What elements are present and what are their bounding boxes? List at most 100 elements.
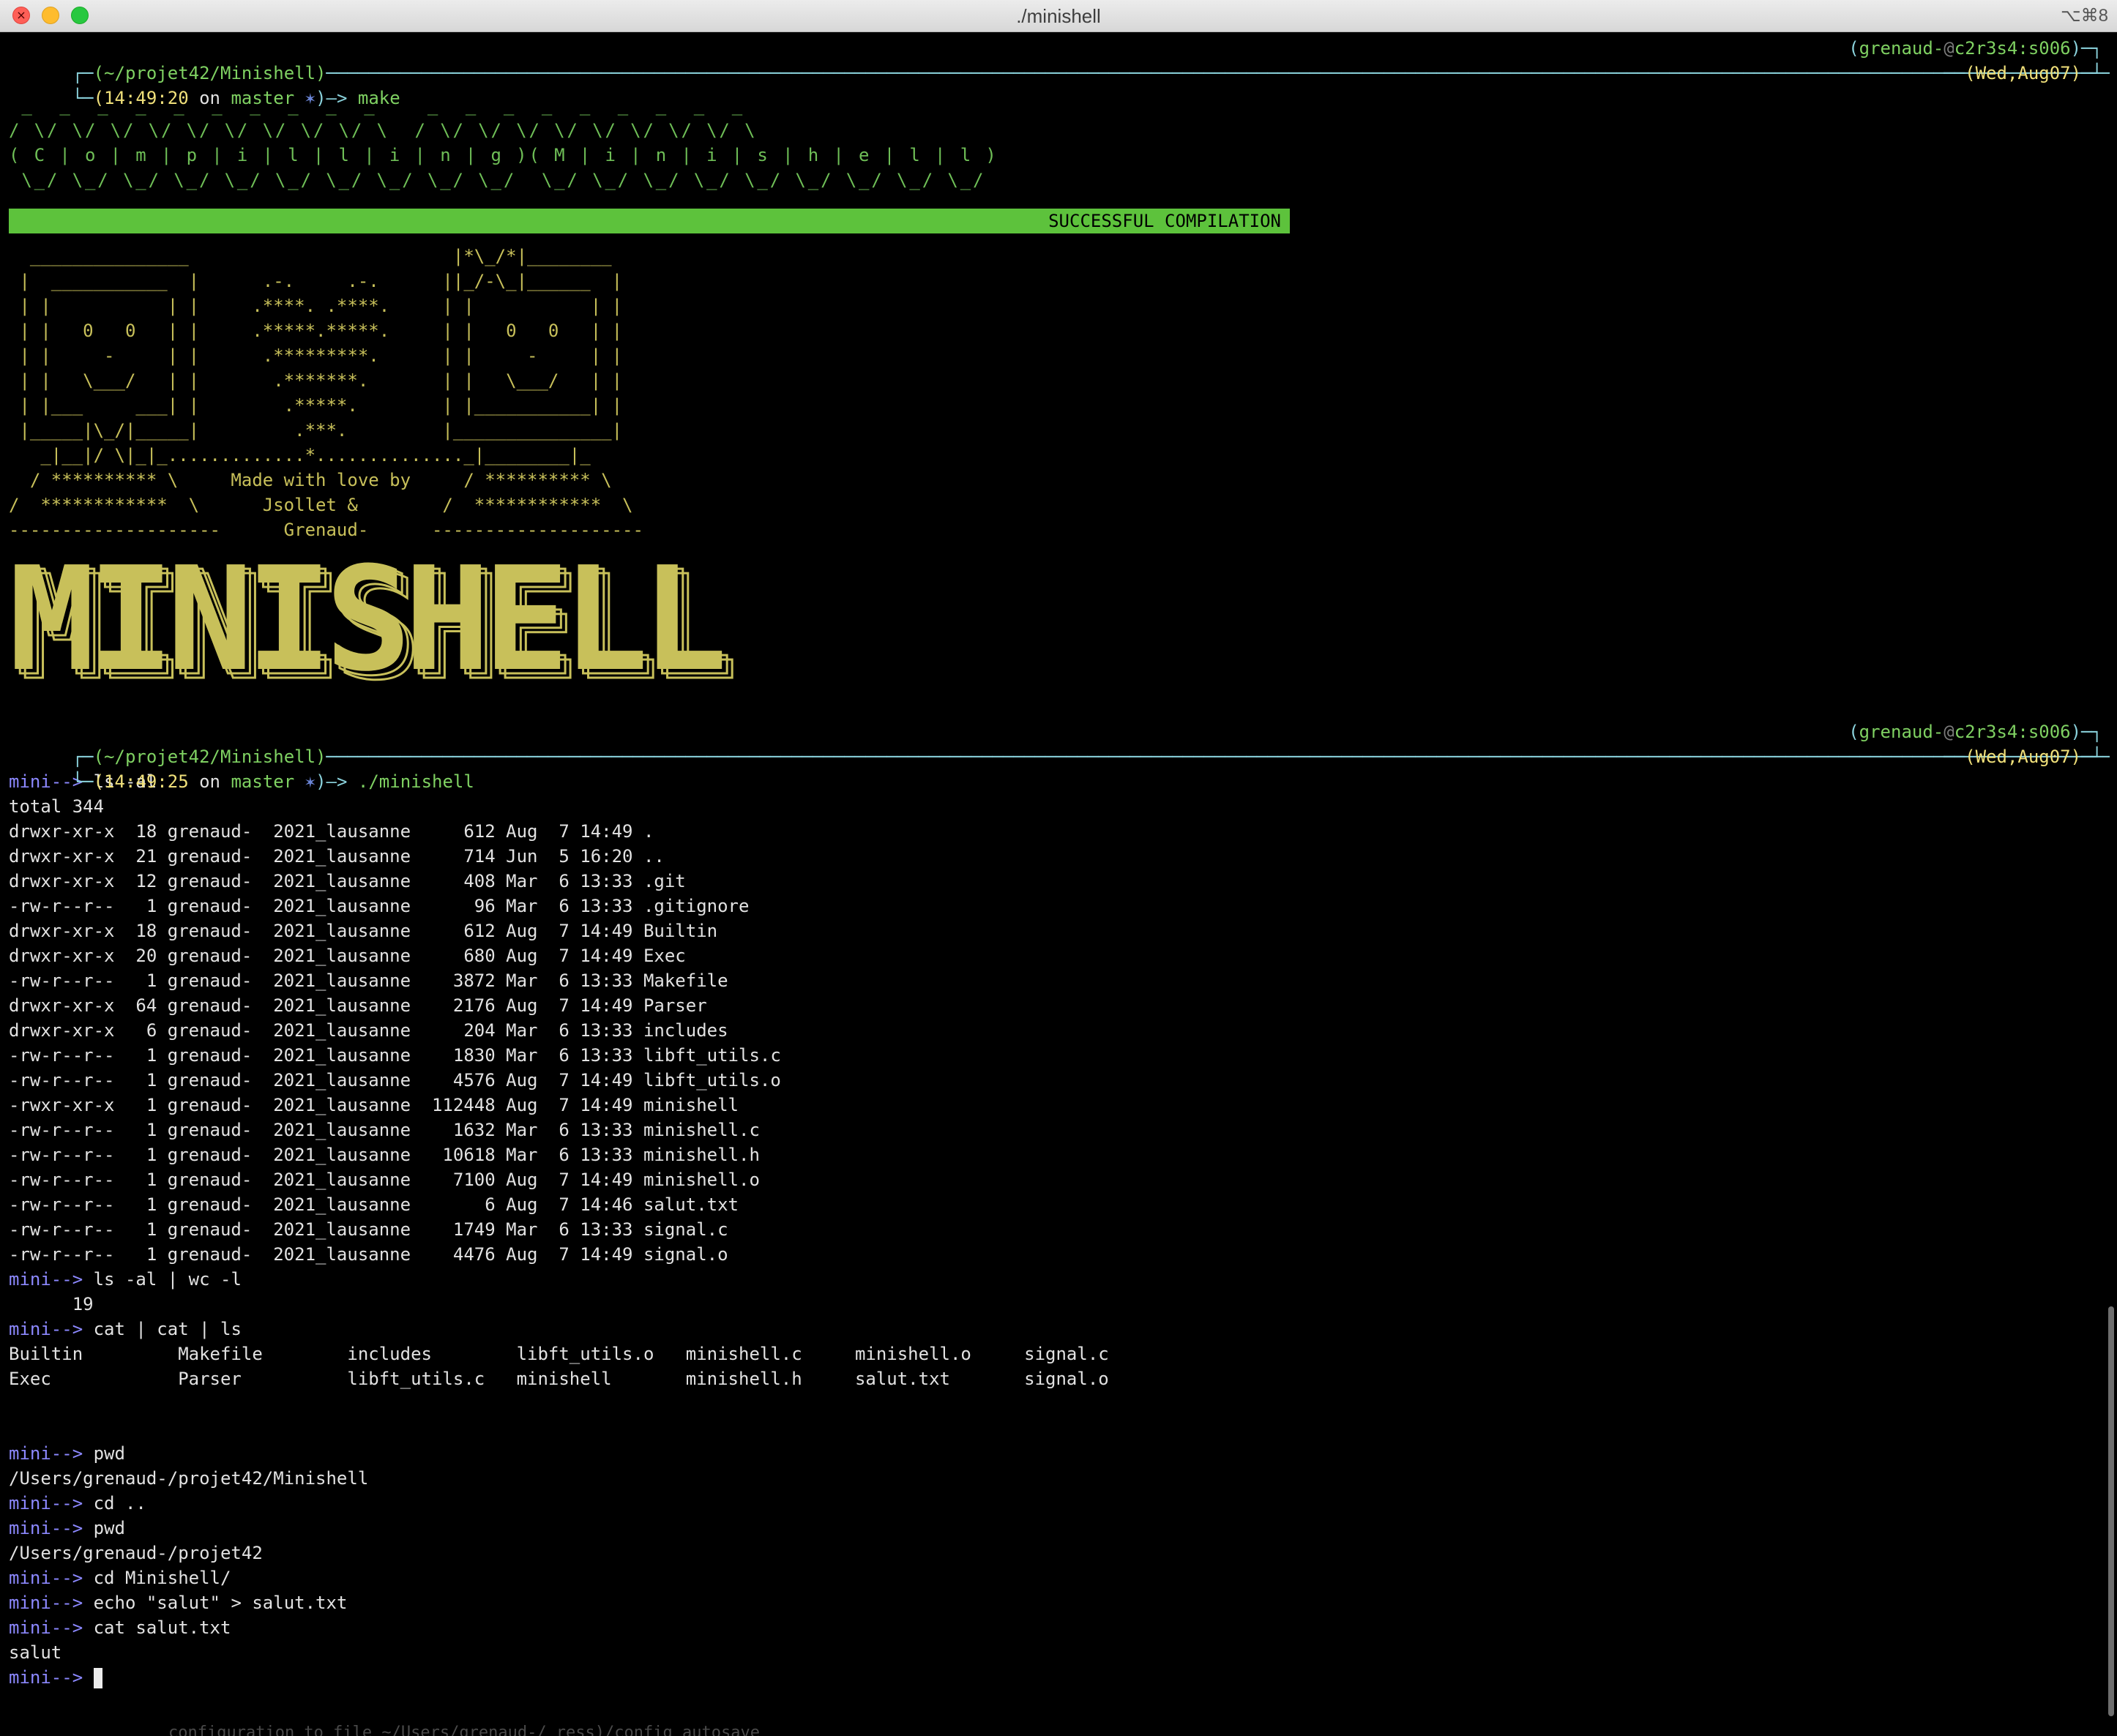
- banner-art-line: / ********** \ Made with love by / *****…: [9, 470, 612, 490]
- shell-prompt: mini-->: [9, 1568, 83, 1588]
- prompt-time: (14:49:25: [93, 771, 189, 792]
- banner-art-line: _|__|/ \|_|_.............*..............…: [9, 445, 591, 465]
- ls-row: -rw-r--r-- 1 grenaud- 2021_lausanne 1061…: [9, 1145, 760, 1165]
- ls-row: drwxr-xr-x 12 grenaud- 2021_lausanne 408…: [9, 871, 686, 891]
- prompt-host: c2r3s4:s006: [1954, 38, 2071, 59]
- shell-prompt: mini-->: [9, 1493, 83, 1514]
- prompt-host-block: (grenaud-@c2r3s4:s006)─┐: [1848, 719, 2102, 744]
- ls-row: drwxr-xr-x 20 grenaud- 2021_lausanne 680…: [9, 946, 686, 966]
- ls-row: -rw-r--r-- 1 grenaud- 2021_lausanne 4476…: [9, 1244, 728, 1265]
- prompt-date-block: ──(Wed,Aug07)─┘: [1944, 63, 2102, 83]
- ls-row: -rw-r--r-- 1 grenaud- 2021_lausanne 3872…: [9, 970, 728, 991]
- prompt-user: grenaud-: [1859, 38, 1944, 59]
- prompt-user: grenaud-: [1859, 722, 1944, 742]
- title-bar[interactable]: × ./minishell ⌥⌘8: [0, 0, 2117, 32]
- prompt-line-top: ┌─(~/projet42/Minishell)────────────────…: [9, 36, 2110, 83]
- shell-prompt: mini-->: [9, 1319, 83, 1339]
- shell-command: ls -al | wc -l: [93, 1269, 242, 1290]
- prompt-line-top: ┌─(~/projet42/Minishell)────────────────…: [9, 719, 2110, 767]
- ls-row: -rw-r--r-- 1 grenaud- 2021_lausanne 4576…: [9, 1070, 781, 1090]
- banner-art-line: | | 0 0 | | .*****.*****. | | 0 0 | |: [9, 321, 623, 341]
- prompt-date: (Wed,Aug07): [1965, 747, 2082, 767]
- prompt-command: make: [357, 88, 400, 108]
- prompt-at: @: [1944, 722, 1954, 742]
- shell-command: pwd: [93, 1518, 125, 1538]
- ls-row: -rw-r--r-- 1 grenaud- 2021_lausanne 96 M…: [9, 896, 750, 916]
- prompt-line-bottom: └─(14:49:20 on master ✶)—> make ──(Wed,A…: [9, 61, 2110, 108]
- shell-command: cd ..: [93, 1493, 146, 1514]
- shell-prompt: mini-->: [9, 1617, 83, 1638]
- prompt-date: (Wed,Aug07): [1965, 63, 2082, 83]
- pwd-output: /Users/grenaud-/projet42: [9, 1543, 263, 1563]
- ls-row: -rw-r--r-- 1 grenaud- 2021_lausanne 6 Au…: [9, 1194, 739, 1215]
- shell-command-line: mini--> cat | cat | ls: [9, 1317, 2110, 1342]
- ls-row: drwxr-xr-x 18 grenaud- 2021_lausanne 612…: [9, 921, 718, 941]
- shell-prompt: mini-->: [9, 1518, 83, 1538]
- window-shortcut: ⌥⌘8: [2060, 6, 2108, 26]
- active-prompt-line[interactable]: mini-->: [9, 1665, 2110, 1690]
- prompt-time: (14:49:20: [93, 88, 189, 108]
- scrollbar[interactable]: [2108, 1306, 2114, 1716]
- shell-command-line: mini--> cd ..: [9, 1491, 2110, 1516]
- wc-output: 19: [9, 1294, 94, 1314]
- ls-total: total 344: [9, 796, 105, 817]
- banner-art-line: | | | | .****. .****. | | | |: [9, 296, 623, 316]
- cat-output: salut: [9, 1642, 62, 1663]
- prompt-arrow: )—>: [316, 771, 348, 792]
- big-title-text: MINISHELL: [9, 536, 728, 703]
- prompt-date-block: ──(Wed,Aug07)─┘: [1944, 747, 2102, 767]
- banner-art-line: |_____|\_/|_____| .***. |_______________…: [9, 420, 623, 441]
- ls-row: -rwxr-xr-x 1 grenaud- 2021_lausanne 1124…: [9, 1095, 739, 1115]
- text-cursor[interactable]: [93, 1668, 102, 1688]
- ls-row: drwxr-xr-x 21 grenaud- 2021_lausanne 714…: [9, 846, 665, 867]
- hidden-output-fragment: configuration to file ~/Users/grenaud-/ …: [168, 1724, 760, 1736]
- banner-art-line: | |___ ___| | .*****. | |___________| |: [9, 395, 623, 416]
- compilation-status-bar: SUCCESSFUL COMPILATION: [9, 209, 1290, 233]
- ls-row: -rw-r--r-- 1 grenaud- 2021_lausanne 1632…: [9, 1120, 760, 1140]
- compile-art-line: / \/ \/ \/ \/ \/ \/ \/ \/ \/ \ / \/ \/ \…: [9, 120, 758, 141]
- terminal-window: × ./minishell ⌥⌘8 ┌─(~/projet42/Minishel…: [0, 0, 2117, 1736]
- ls-columns-row: Exec Parser libft_utils.c minishell mini…: [9, 1369, 1109, 1389]
- prompt-host-block: (grenaud-@c2r3s4:s006)─┐: [1848, 36, 2102, 61]
- shell-command: cd Minishell/: [93, 1568, 231, 1588]
- banner-art-line: _______________ |*\_/*|________: [9, 246, 612, 266]
- compile-art-line: ( C | o | m | p | i | l | l | i | n | g …: [9, 145, 998, 165]
- compile-art-line: \_/ \_/ \_/ \_/ \_/ \_/ \_/ \_/ \_/ \_/ …: [9, 170, 986, 190]
- prompt-line-bottom: └─(14:49:25 on master ✶)—> ./minishell ─…: [9, 744, 2110, 792]
- shell-command: echo "salut" > salut.txt: [93, 1593, 348, 1613]
- prompt-host: c2r3s4:s006: [1954, 722, 2071, 742]
- prompt-on: on: [199, 88, 221, 108]
- shell-prompt: mini-->: [9, 1593, 83, 1613]
- git-dirty-icon: ✶: [305, 771, 316, 792]
- shell-command: pwd: [93, 1443, 125, 1464]
- banner-art-line: | ___________ | .-. .-. ||_/-\_|______ |: [9, 271, 623, 291]
- shell-command: cat | cat | ls: [93, 1319, 242, 1339]
- shell-prompt: mini-->: [9, 1667, 83, 1688]
- ls-row: -rw-r--r-- 1 grenaud- 2021_lausanne 1830…: [9, 1045, 781, 1066]
- terminal-output[interactable]: ┌─(~/projet42/Minishell)────────────────…: [9, 36, 2110, 1736]
- shell-command-line: mini--> pwd: [9, 1516, 2110, 1541]
- banner-art-line: / ************ \ Jsollet & / ***********…: [9, 495, 633, 515]
- prompt-branch: master: [231, 771, 295, 792]
- shell-prompt: mini-->: [9, 1269, 83, 1290]
- ls-row: -rw-r--r-- 1 grenaud- 2021_lausanne 7100…: [9, 1170, 760, 1190]
- window-title: ./minishell: [1016, 5, 1101, 27]
- prompt-branch: master: [231, 88, 295, 108]
- shell-prompt: mini-->: [9, 1443, 83, 1464]
- prompt-at: @: [1944, 38, 1954, 59]
- shell-command-line: mini--> ls -al | wc -l: [9, 1267, 2110, 1292]
- ls-row: drwxr-xr-x 6 grenaud- 2021_lausanne 204 …: [9, 1020, 728, 1041]
- prompt-on: on: [199, 771, 221, 792]
- banner-ascii-art: _______________ |*\_/*|________ | ______…: [9, 244, 2110, 542]
- prompt-arrow: )—>: [316, 88, 348, 108]
- minishell-big-title: MINISHELL MINISHELL MINISHELL: [9, 547, 739, 703]
- ls-row: drwxr-xr-x 64 grenaud- 2021_lausanne 217…: [9, 995, 707, 1016]
- shell-command: cat salut.txt: [93, 1617, 231, 1638]
- prompt-command: ./minishell: [357, 771, 474, 792]
- ls-row: -rw-r--r-- 1 grenaud- 2021_lausanne 1749…: [9, 1219, 728, 1240]
- shell-command-line: mini--> cat salut.txt: [9, 1615, 2110, 1640]
- banner-art-line: | | \___/ | | .*******. | | \___/ | |: [9, 370, 623, 391]
- shell-command-line: mini--> echo "salut" > salut.txt: [9, 1590, 2110, 1615]
- git-dirty-icon: ✶: [305, 88, 316, 108]
- ls-columns-row: Builtin Makefile includes libft_utils.o …: [9, 1344, 1109, 1364]
